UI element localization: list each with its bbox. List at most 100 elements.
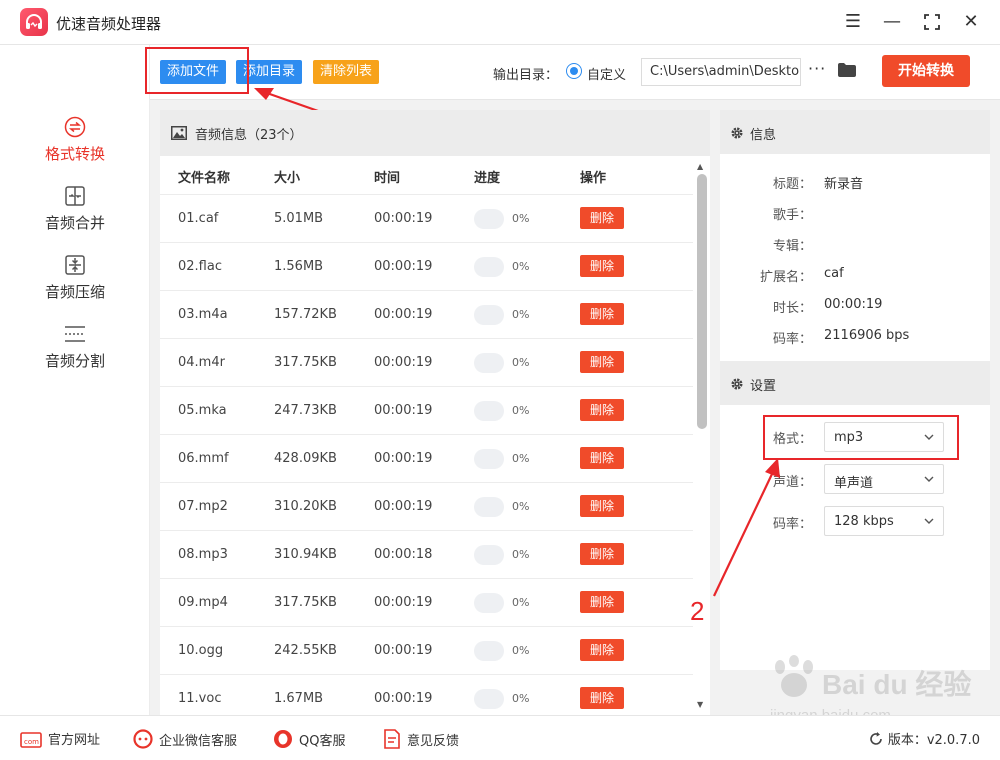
sidebar: 格式转换 音频合并 音频压缩 音频分割	[0, 45, 150, 715]
website-icon: com	[20, 732, 42, 748]
version-label: 版本：v2.0.7.0	[887, 733, 980, 748]
file-duration: 00:00:19	[374, 403, 433, 418]
file-name: 05.mka	[178, 403, 227, 418]
info-key: 专辑：	[772, 239, 812, 254]
bitrate-select-value: 128 kbps	[834, 514, 894, 529]
maximize-icon[interactable]	[920, 10, 944, 34]
progress-percent: 0%	[512, 356, 530, 369]
watermark-text: Bai du 经验	[822, 669, 972, 700]
delete-button[interactable]: 删除	[580, 447, 624, 469]
table-row: 01.caf 5.01MB 00:00:19 0% 删除	[160, 195, 693, 243]
delete-button[interactable]: 删除	[580, 399, 624, 421]
audio-merge-icon	[65, 186, 85, 206]
file-size: 310.94KB	[274, 547, 337, 562]
version-info[interactable]: 版本：v2.0.7.0	[868, 729, 980, 748]
delete-button[interactable]: 删除	[580, 687, 624, 709]
progress-bar	[474, 257, 504, 277]
info-value: 00:00:19	[824, 297, 883, 312]
delete-button[interactable]: 删除	[580, 255, 624, 277]
annotation-box-format	[763, 415, 959, 460]
wechat-support-link[interactable]: 企业微信客服	[133, 729, 237, 749]
output-path-input[interactable]: C:\Users\admin\Deskto	[641, 58, 801, 86]
file-name: 11.voc	[178, 691, 222, 706]
clear-list-button[interactable]: 清除列表	[313, 60, 380, 84]
column-header-action: 操作	[580, 171, 607, 186]
sidebar-item-label: 音频合并	[44, 214, 105, 232]
progress-bar	[474, 593, 504, 613]
scrollbar-thumb[interactable]	[697, 174, 707, 429]
gear-icon	[731, 127, 743, 139]
file-duration: 00:00:19	[374, 691, 433, 706]
app-title: 优速音频处理器	[56, 15, 162, 33]
scroll-down-icon[interactable]: ▼	[697, 700, 703, 709]
website-link[interactable]: com 官方网址	[20, 729, 100, 748]
file-panel-header: 音频信息（23个）	[160, 110, 710, 156]
minimize-icon[interactable]: —	[880, 10, 904, 34]
table-row: 03.m4a 157.72KB 00:00:19 0% 删除	[160, 291, 693, 339]
delete-button[interactable]: 删除	[580, 591, 624, 613]
output-dir-label: 输出目录：	[493, 68, 559, 83]
column-header-size: 大小	[274, 171, 301, 186]
progress-percent: 0%	[512, 260, 530, 273]
progress-percent: 0%	[512, 404, 530, 417]
delete-button[interactable]: 删除	[580, 207, 624, 229]
menu-icon[interactable]: ☰	[841, 10, 865, 34]
delete-button[interactable]: 删除	[580, 303, 624, 325]
file-duration: 00:00:19	[374, 355, 433, 370]
close-icon[interactable]: ✕	[959, 10, 983, 34]
scroll-up-icon[interactable]: ▲	[697, 162, 703, 171]
progress-bar	[474, 689, 504, 709]
footer: com 官方网址 企业微信客服 QQ客服 意见反馈 版本：v2.0.7.0	[0, 715, 1000, 760]
file-size: 428.09KB	[274, 451, 337, 466]
file-name: 10.ogg	[178, 643, 224, 658]
more-options-button[interactable]: ···	[808, 59, 828, 78]
table-row: 02.flac 1.56MB 00:00:19 0% 删除	[160, 243, 693, 291]
chevron-down-icon	[924, 518, 934, 524]
progress-bar	[474, 449, 504, 469]
table-row: 06.mmf 428.09KB 00:00:19 0% 删除	[160, 435, 693, 483]
file-size: 1.56MB	[274, 259, 324, 274]
custom-dir-radio-label[interactable]: 自定义	[587, 64, 626, 83]
progress-bar	[474, 305, 504, 325]
sidebar-item-audio-compress[interactable]: 音频压缩	[0, 253, 150, 315]
delete-button[interactable]: 删除	[580, 639, 624, 661]
gear-icon	[731, 378, 743, 390]
sidebar-item-audio-split[interactable]: 音频分割	[0, 322, 150, 384]
qq-icon	[274, 730, 292, 748]
channel-select[interactable]: 单声道	[824, 464, 944, 494]
annotation-number-2: 2	[690, 596, 705, 626]
file-size: 247.73KB	[274, 403, 337, 418]
table-row: 05.mka 247.73KB 00:00:19 0% 删除	[160, 387, 693, 435]
file-size: 310.20KB	[274, 499, 337, 514]
progress-percent: 0%	[512, 644, 530, 657]
sidebar-item-label: 格式转换	[44, 145, 105, 163]
feedback-link[interactable]: 意见反馈	[383, 729, 459, 749]
custom-dir-radio[interactable]	[566, 63, 582, 79]
file-name: 02.flac	[178, 259, 222, 274]
table-row: 08.mp3 310.94KB 00:00:18 0% 删除	[160, 531, 693, 579]
table-row: 10.ogg 242.55KB 00:00:19 0% 删除	[160, 627, 693, 675]
paw-logo-icon	[775, 655, 813, 697]
sidebar-item-label: 音频分割	[44, 352, 105, 370]
info-key: 歌手：	[772, 208, 812, 223]
info-value: caf	[824, 266, 844, 281]
wechat-icon	[133, 729, 153, 749]
sidebar-item-format-convert[interactable]: 格式转换	[0, 115, 150, 177]
file-name: 09.mp4	[178, 595, 228, 610]
file-duration: 00:00:19	[374, 595, 433, 610]
file-duration: 00:00:19	[374, 259, 433, 274]
sidebar-item-audio-merge[interactable]: 音频合并	[0, 184, 150, 246]
qq-support-link[interactable]: QQ客服	[273, 729, 345, 749]
progress-bar	[474, 545, 504, 565]
start-convert-button[interactable]: 开始转换	[882, 55, 970, 87]
delete-button[interactable]: 删除	[580, 351, 624, 373]
progress-percent: 0%	[512, 548, 530, 561]
audio-split-icon	[65, 326, 85, 342]
file-size: 317.75KB	[274, 595, 337, 610]
bitrate-select[interactable]: 128 kbps	[824, 506, 944, 536]
column-header-name: 文件名称	[178, 171, 231, 186]
feedback-label: 意见反馈	[407, 734, 460, 749]
folder-icon[interactable]	[837, 62, 857, 78]
delete-button[interactable]: 删除	[580, 543, 624, 565]
delete-button[interactable]: 删除	[580, 495, 624, 517]
